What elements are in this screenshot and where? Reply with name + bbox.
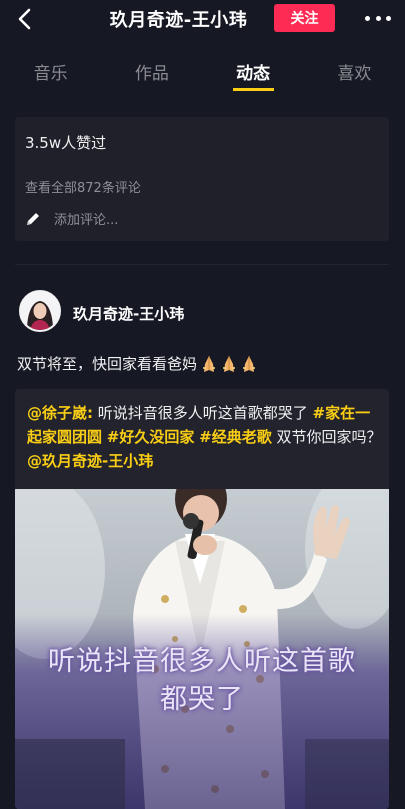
folded-hands-icon	[223, 355, 236, 372]
comments-card: 3.5w人赞过 查看全部872条评论 添加评论...	[15, 117, 389, 241]
video-caption-line1: 听说抖音很多人听这首歌	[48, 646, 356, 677]
tab-music[interactable]: 音乐	[0, 38, 101, 92]
folded-hands-icon	[243, 355, 256, 372]
video-caption-line2: 都哭了	[160, 684, 244, 715]
pencil-icon	[27, 212, 39, 225]
hashtag-link[interactable]: #好久没回家	[107, 428, 195, 446]
reposted-content[interactable]: @徐子崴: 听说抖音很多人听这首歌都哭了 #家在一起家圆团圆 #好久没回家 #经…	[15, 389, 389, 809]
video-thumbnail[interactable]: 听说抖音很多人听这首歌 都哭了	[15, 489, 389, 809]
back-icon[interactable]	[12, 6, 36, 32]
likes-count: 3.5w人赞过	[25, 134, 107, 152]
post-text: 双节将至，快回家看看爸妈	[17, 353, 257, 374]
active-tab-indicator	[232, 88, 274, 91]
divider	[15, 264, 389, 265]
more-options-icon[interactable]	[365, 8, 391, 28]
folded-hands-icon	[203, 355, 216, 372]
view-all-comments-link[interactable]: 查看全部872条评论	[25, 177, 141, 196]
top-bar: 玖月奇迹-王小玮 关注	[0, 0, 405, 38]
tab-activity[interactable]: 动态	[203, 38, 304, 92]
tab-works[interactable]: 作品	[101, 38, 202, 92]
avatar[interactable]	[19, 290, 61, 332]
mention-link[interactable]: @玖月奇迹-王小玮	[27, 452, 153, 470]
hashtag-link[interactable]: #经典老歌	[199, 428, 272, 446]
repost-text: @徐子崴: 听说抖音很多人听这首歌都哭了 #家在一起家圆团圆 #好久没回家 #经…	[27, 404, 382, 470]
mention-link[interactable]: @徐子崴:	[27, 404, 93, 422]
add-comment-field[interactable]: 添加评论...	[25, 209, 118, 228]
page-title: 玖月奇迹-王小玮	[109, 10, 248, 31]
profile-tabs: 音乐 作品 动态 喜欢	[0, 38, 405, 92]
post-author-name[interactable]: 玖月奇迹-王小玮	[73, 303, 184, 324]
tab-likes[interactable]: 喜欢	[304, 38, 405, 92]
add-comment-placeholder: 添加评论...	[54, 213, 119, 228]
follow-button[interactable]: 关注	[274, 4, 335, 32]
